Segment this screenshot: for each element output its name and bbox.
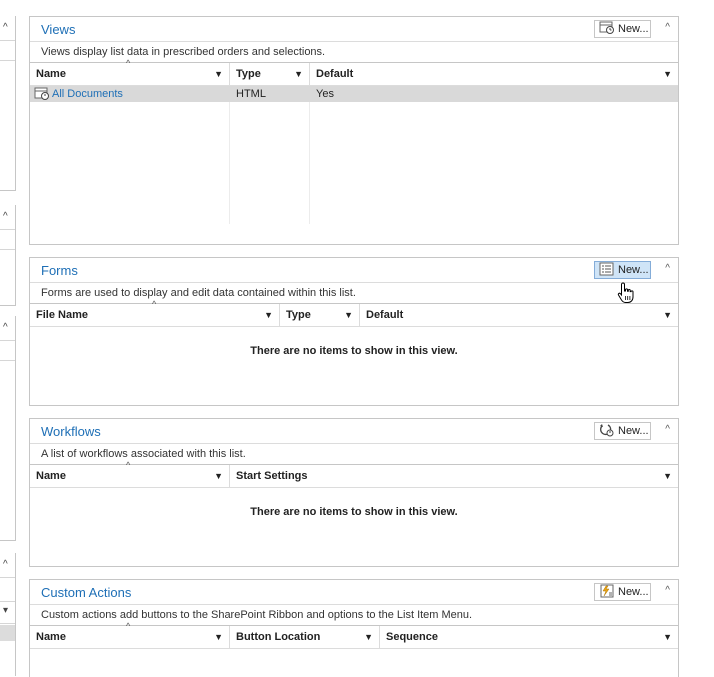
views-header: Views New... ^: [30, 17, 678, 42]
column-header-name[interactable]: Name ▼: [30, 465, 230, 487]
dropdown-arrow-icon[interactable]: ▼: [214, 465, 223, 487]
left-panel-box: ^: [0, 205, 16, 306]
dropdown-arrow-icon[interactable]: ▼: [294, 63, 303, 85]
custom-actions-title[interactable]: Custom Actions: [41, 585, 131, 600]
views-panel: Views New... ^ Views display list data i…: [29, 16, 679, 245]
dropdown-arrow-icon[interactable]: ▼: [364, 626, 373, 648]
views-grid-body: All Documents HTML Yes: [30, 86, 678, 224]
forms-panel: Forms New... ^ Forms are used to display…: [29, 257, 679, 406]
dropdown-arrow-icon[interactable]: ▼: [663, 304, 672, 326]
column-header-button-location[interactable]: Button Location ▼: [230, 626, 380, 648]
column-header-start-settings[interactable]: Start Settings ▼: [230, 465, 678, 487]
dropdown-arrow-icon[interactable]: ▼: [663, 465, 672, 487]
custom-actions-new-button[interactable]: New...: [594, 583, 651, 601]
dropdown-arrow-icon[interactable]: ▼: [344, 304, 353, 326]
forms-grid-header: ^ File Name ▼ Type ▼ Default ▼: [30, 299, 678, 327]
forms-title[interactable]: Forms: [41, 263, 78, 278]
custom-actions-grid-header: ^ Name ▼ Button Location ▼ Sequence ▼: [30, 621, 678, 649]
table-row[interactable]: [30, 86, 678, 102]
workflows-panel: Workflows New... ^ A list of workflows a…: [29, 418, 679, 567]
left-panel-box: ^ ▾: [0, 553, 16, 676]
dropdown-arrow-icon[interactable]: ▼: [214, 626, 223, 648]
dropdown-arrow-icon[interactable]: ▼: [663, 626, 672, 648]
empty-message: There are no items to show in this view.: [250, 506, 458, 518]
column-header-name[interactable]: Name ▼: [30, 626, 230, 648]
column-header-sequence[interactable]: Sequence ▼: [380, 626, 678, 648]
empty-message: There are no items to show in this view.: [250, 345, 458, 357]
collapse-caret-icon[interactable]: ^: [665, 263, 670, 274]
workflows-header: Workflows New... ^: [30, 419, 678, 444]
dropdown-arrow-icon[interactable]: ▼: [663, 63, 672, 85]
forms-new-button[interactable]: New...: [594, 261, 651, 279]
selected-row: [0, 625, 15, 641]
left-panel-strip: ^ ^ ^ ^ ▾: [0, 0, 16, 676]
view-type-cell: HTML: [236, 88, 266, 100]
hand-cursor-icon: [617, 282, 635, 307]
collapse-caret-icon[interactable]: ^: [3, 559, 8, 570]
custom-actions-header: Custom Actions New... ^: [30, 580, 678, 605]
workflows-grid-body: There are no items to show in this view.: [30, 488, 678, 548]
collapse-caret-icon[interactable]: ^: [665, 585, 670, 596]
new-button-label: New...: [618, 23, 649, 35]
column-header-default[interactable]: Default ▼: [310, 63, 678, 85]
column-header-default[interactable]: Default ▼: [360, 304, 678, 326]
collapse-caret-icon[interactable]: ^: [3, 22, 8, 33]
forms-header: Forms New... ^: [30, 258, 678, 283]
new-button-label: New...: [618, 264, 649, 276]
collapse-caret-icon[interactable]: ^: [3, 322, 8, 333]
new-button-label: New...: [618, 425, 649, 437]
column-header-file-name[interactable]: File Name ▼: [30, 304, 280, 326]
dropdown-arrow-icon[interactable]: ▼: [264, 304, 273, 326]
custom-actions-grid-body: [30, 649, 678, 677]
new-button-label: New...: [618, 586, 649, 598]
workflows-grid-header: ^ Name ▼ Start Settings ▼: [30, 460, 678, 488]
custom-actions-panel: Custom Actions New... ^ Custom actions a…: [29, 579, 679, 677]
view-item-icon: [34, 86, 50, 102]
collapse-caret-icon[interactable]: ^: [665, 22, 670, 33]
views-grid-header: ^ Name ▼ Type ▼ Default ▼: [30, 58, 678, 86]
workflows-new-button[interactable]: New...: [594, 422, 651, 440]
forms-grid-body: There are no items to show in this view.: [30, 327, 678, 387]
left-panel-box: ^: [0, 316, 16, 541]
collapse-caret-icon[interactable]: ^: [665, 424, 670, 435]
column-header-type[interactable]: Type ▼: [230, 63, 310, 85]
view-name-link[interactable]: All Documents: [52, 86, 123, 102]
forms-description: Forms are used to display and edit data …: [30, 283, 678, 304]
column-header-name[interactable]: Name ▼: [30, 63, 230, 85]
views-title[interactable]: Views: [41, 22, 75, 37]
left-panel-box: ^: [0, 16, 16, 191]
column-header-type[interactable]: Type ▼: [280, 304, 360, 326]
workflows-title[interactable]: Workflows: [41, 424, 101, 439]
view-default-cell: Yes: [316, 88, 334, 100]
views-new-button[interactable]: New...: [594, 20, 651, 38]
collapse-caret-icon[interactable]: ^: [3, 211, 8, 222]
new-view-icon: [599, 21, 615, 38]
dropdown-arrow-icon[interactable]: ▾: [3, 605, 8, 616]
new-form-icon: [599, 262, 615, 279]
new-custom-action-icon: [599, 584, 615, 601]
new-workflow-icon: [599, 423, 615, 440]
dropdown-arrow-icon[interactable]: ▼: [214, 63, 223, 85]
